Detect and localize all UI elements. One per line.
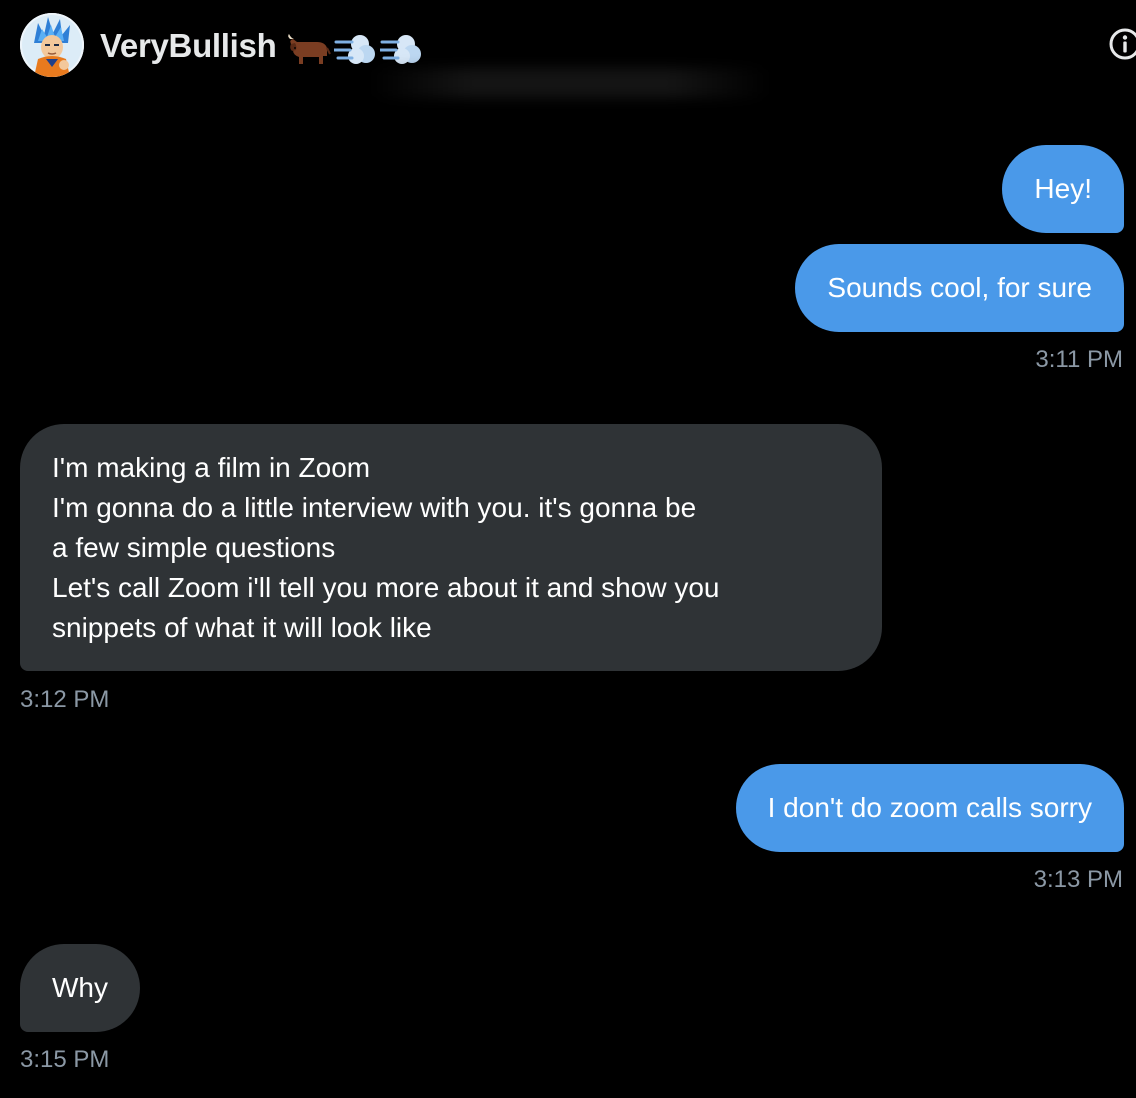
info-icon[interactable]	[1108, 27, 1136, 61]
sent-message-bubble[interactable]: I don't do zoom calls sorry	[735, 764, 1124, 852]
conversation-header: VeryBullish	[0, 0, 1136, 100]
received-message-bubble[interactable]: I'm making a film in Zoom I'm gonna do a…	[20, 424, 882, 671]
ox-emoji-icon	[288, 34, 331, 64]
message-timestamp: 3:11 PM	[1035, 346, 1123, 373]
dashing-away-emoji-icon	[334, 35, 375, 64]
display-name[interactable]: VeryBullish	[100, 24, 277, 68]
message-timestamp: 3:13 PM	[1033, 866, 1123, 893]
received-message-bubble[interactable]: Why	[20, 944, 140, 1032]
redacted-handle-blur	[370, 68, 770, 98]
sent-message-bubble[interactable]: Sounds cool, for sure	[795, 244, 1124, 332]
dashing-away-emoji-icon	[380, 35, 421, 64]
avatar[interactable]	[20, 13, 84, 77]
message-timestamp: 3:15 PM	[20, 1046, 110, 1073]
anime-character-avatar-icon	[20, 13, 84, 77]
sent-message-bubble[interactable]: Hey!	[1002, 145, 1124, 233]
message-timestamp: 3:12 PM	[20, 686, 110, 713]
